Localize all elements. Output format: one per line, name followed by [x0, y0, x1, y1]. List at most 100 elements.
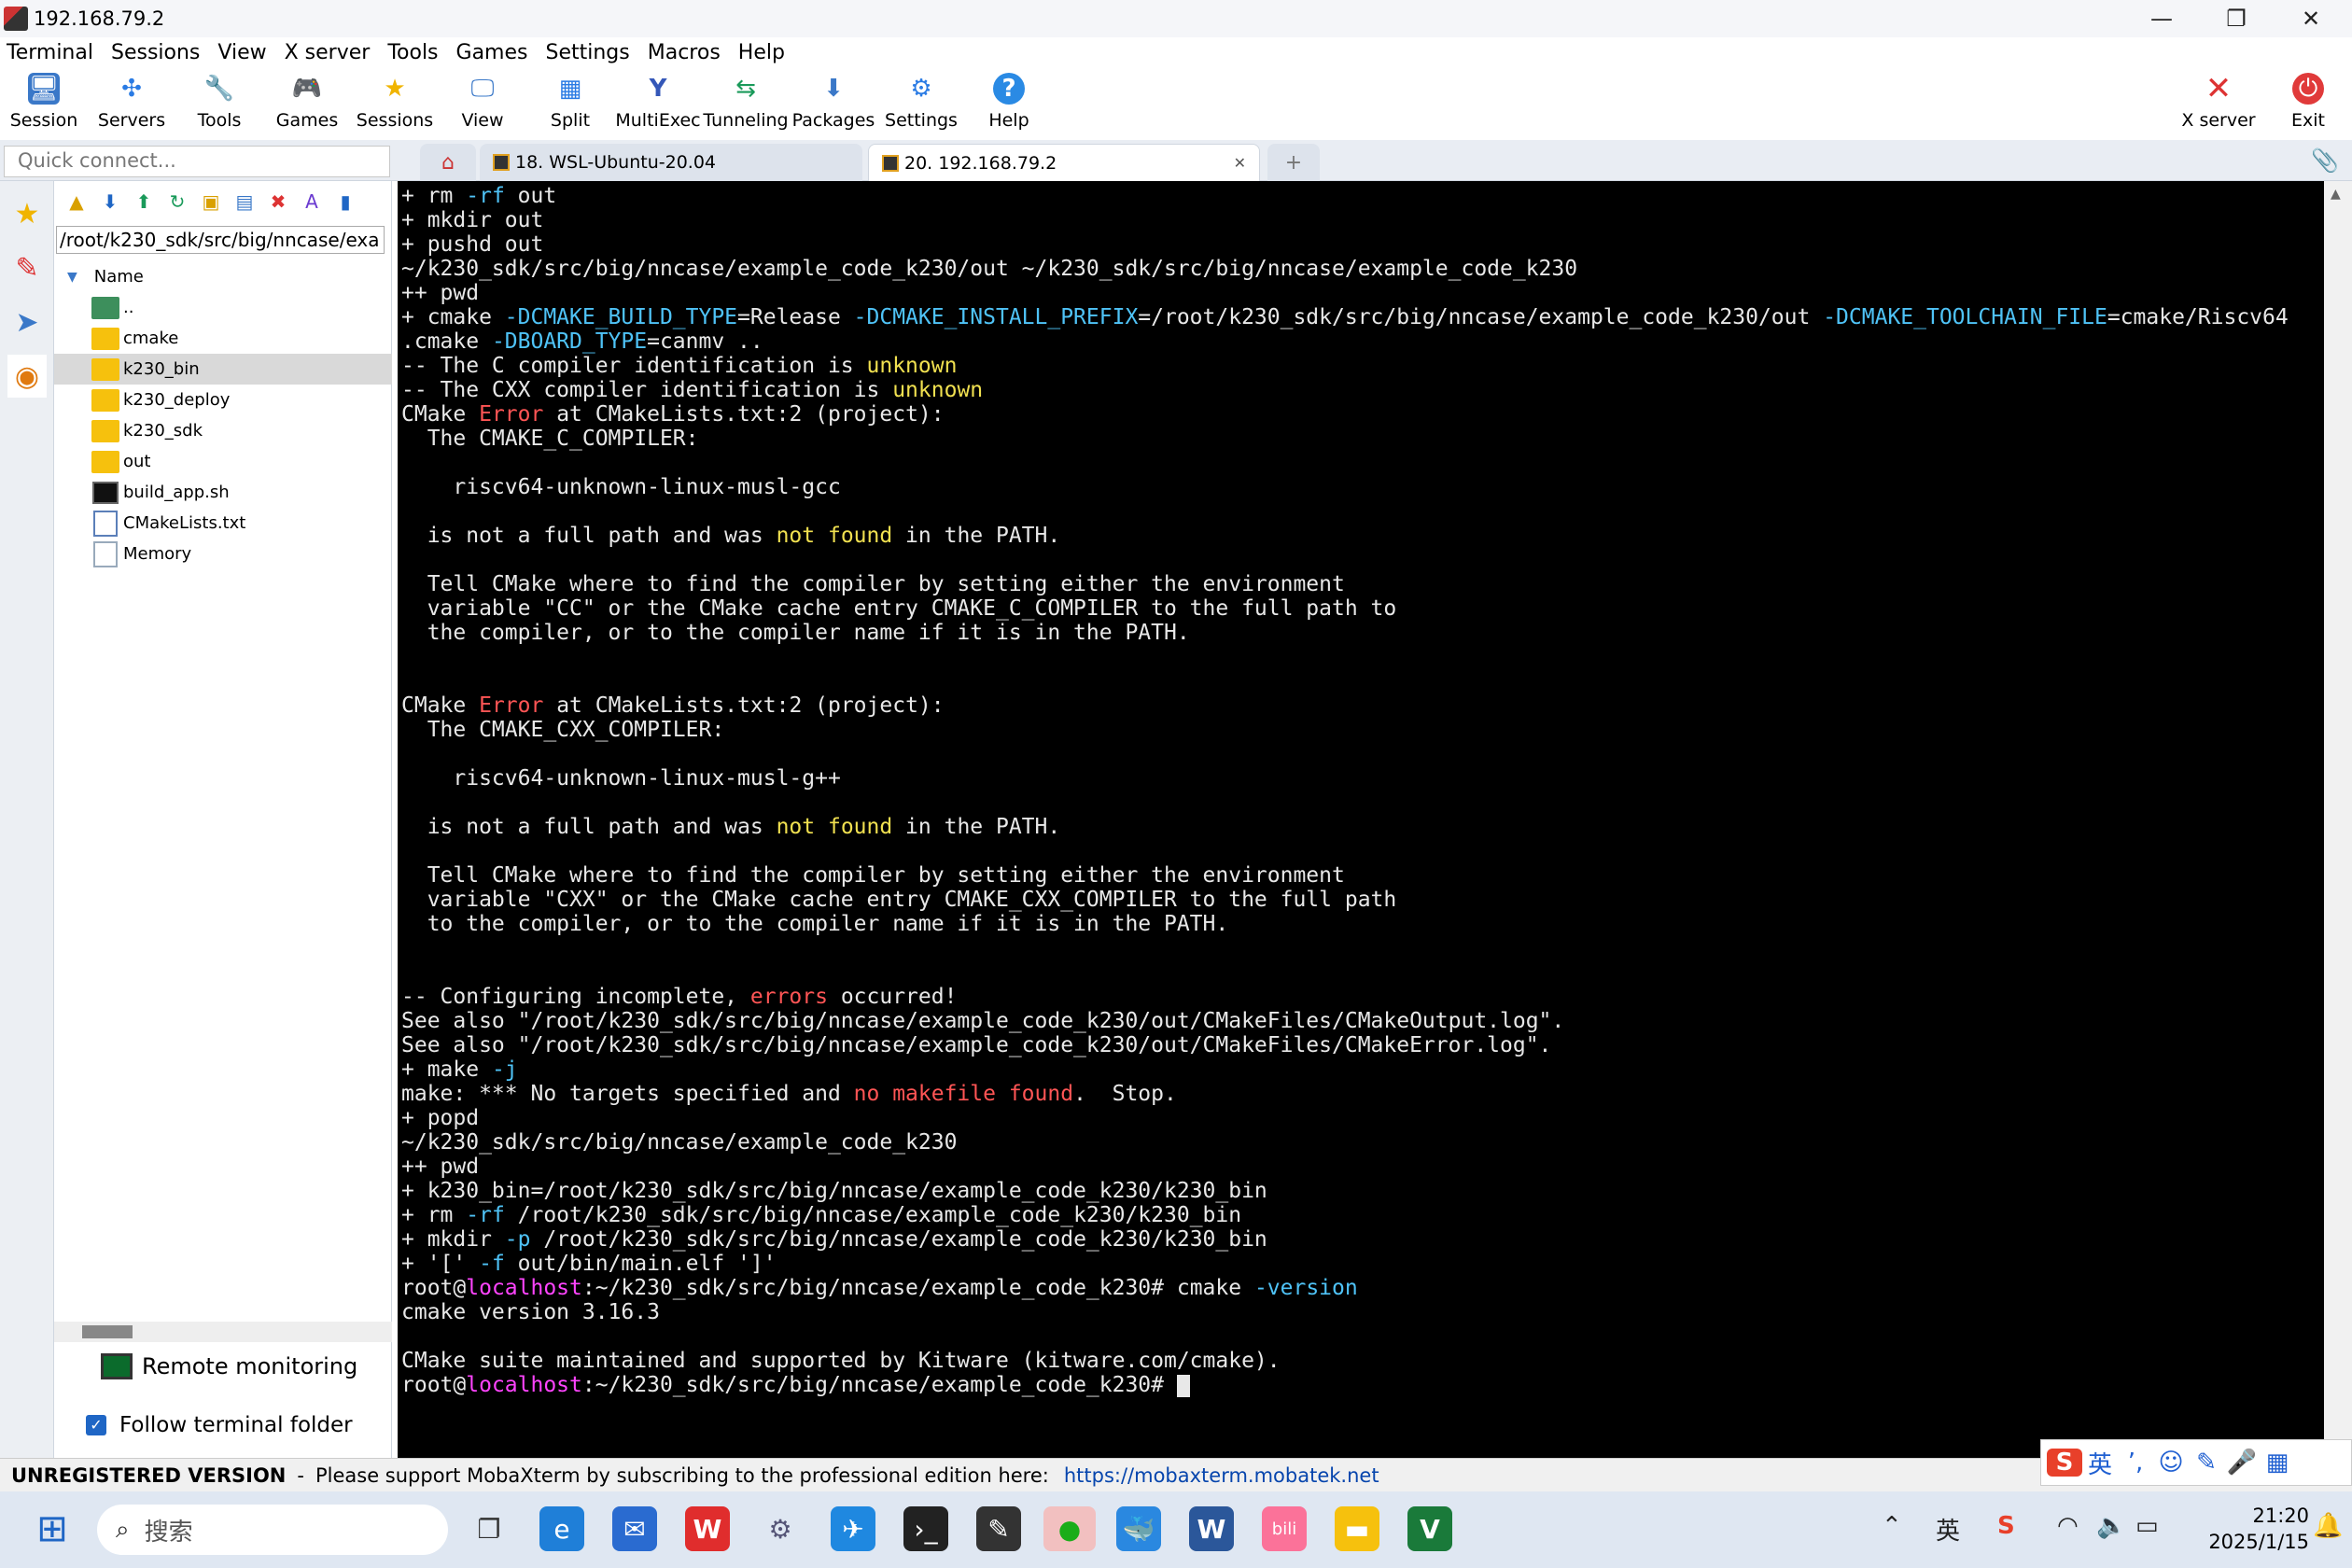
- sidebar-scrollbar[interactable]: [54, 1322, 392, 1342]
- quick-connect-input[interactable]: Quick connect...: [4, 146, 390, 177]
- list-item[interactable]: Memory: [54, 539, 392, 569]
- emoji-icon[interactable]: ☺: [2153, 1449, 2189, 1477]
- menu-settings[interactable]: Settings: [539, 41, 641, 64]
- list-item[interactable]: k230_sdk: [54, 415, 392, 446]
- mail-app-icon[interactable]: ✉: [612, 1506, 657, 1551]
- bilibili-icon[interactable]: bili: [1262, 1506, 1307, 1551]
- scroll-up-icon[interactable]: ▲: [2331, 187, 2341, 202]
- menu-help[interactable]: Help: [732, 41, 796, 64]
- sessions-star-icon[interactable]: ★: [7, 192, 47, 235]
- paperclip-icon[interactable]: 📎: [2311, 147, 2339, 174]
- toolbar-exit-button[interactable]: ⏻ Exit: [2264, 71, 2352, 136]
- toolbar-xserver-button[interactable]: ✕ X server: [2175, 70, 2262, 136]
- task-view-icon[interactable]: ❐: [467, 1506, 511, 1551]
- sftp-path-input[interactable]: /root/k230_sdk/src/big/nncase/exa: [56, 226, 385, 254]
- toolbar-sessions-button[interactable]: ★ Sessions: [351, 71, 439, 136]
- upload-icon[interactable]: ⬆: [133, 190, 155, 213]
- close-button[interactable]: ✕: [2274, 0, 2348, 37]
- input-method-icon[interactable]: 英: [1936, 1512, 1960, 1547]
- follow-terminal-checkbox[interactable]: ✓ Follow terminal folder: [86, 1413, 353, 1437]
- mobatek-link[interactable]: https://mobaxterm.mobatek.net: [1064, 1464, 1379, 1487]
- menu-macros[interactable]: Macros: [641, 41, 732, 64]
- toolbar-tools-button[interactable]: 🔧 Tools: [175, 71, 263, 136]
- list-item[interactable]: build_app.sh: [54, 477, 392, 508]
- terminal-app-icon[interactable]: ›_: [903, 1506, 948, 1551]
- home-tab[interactable]: ⌂: [420, 144, 476, 181]
- settings-app-icon[interactable]: ⚙: [758, 1506, 803, 1551]
- mobaxterm-app-icon[interactable]: ✎: [976, 1506, 1021, 1551]
- delete-icon[interactable]: ✖: [267, 190, 289, 213]
- terminal-line: + k230_bin=/root/k230_sdk/src/big/nncase…: [401, 1179, 2320, 1203]
- list-item[interactable]: ..: [54, 292, 392, 323]
- terminal-segment: The CMAKE_C_COMPILER:: [401, 427, 699, 451]
- menu-sessions[interactable]: Sessions: [105, 41, 211, 64]
- taskbar-clock[interactable]: 21:20 2025/1/15: [2169, 1503, 2309, 1555]
- xserver-icon: ✕: [2205, 70, 2233, 107]
- sogou-tray-icon[interactable]: S: [1997, 1512, 2015, 1540]
- toolbar-help-button[interactable]: ? Help: [965, 71, 1053, 136]
- terminal-segment: localhost: [466, 1276, 582, 1300]
- file-explorer-icon[interactable]: ▬: [1335, 1506, 1379, 1551]
- new-file-icon[interactable]: ▤: [233, 190, 256, 213]
- toolbar-multiexec-button[interactable]: Y MultiExec: [614, 71, 702, 136]
- permissions-icon[interactable]: ▮: [334, 190, 357, 213]
- notification-bell-icon[interactable]: 🔔: [2313, 1512, 2343, 1540]
- toolbar-servers-button[interactable]: ✣ Servers: [88, 71, 175, 136]
- download-icon[interactable]: ⬇: [99, 190, 121, 213]
- word-icon[interactable]: W: [1189, 1506, 1234, 1551]
- minimize-button[interactable]: —: [2124, 0, 2199, 37]
- terminal-scrollbar[interactable]: ▲: [2324, 181, 2352, 1458]
- scrollbar-thumb[interactable]: [82, 1325, 133, 1338]
- tab-wsl-ubuntu[interactable]: 18. WSL-Ubuntu-20.04: [480, 144, 862, 181]
- menu-xserver[interactable]: X server: [278, 41, 382, 64]
- tab-remote-session[interactable]: 20. 192.168.79.2 ✕: [868, 144, 1260, 181]
- sogou-logo-icon[interactable]: S: [2047, 1449, 2082, 1477]
- list-item[interactable]: k230_bin: [54, 354, 392, 385]
- punctuation-icon[interactable]: ’,: [2118, 1449, 2153, 1477]
- wps-icon[interactable]: W: [685, 1506, 730, 1551]
- restore-button[interactable]: ❐: [2199, 0, 2274, 37]
- toolbar-packages-button[interactable]: ⬇ Packages: [790, 71, 877, 136]
- battery-icon[interactable]: ▭: [2135, 1512, 2159, 1540]
- remote-monitoring-button[interactable]: Remote monitoring: [101, 1353, 357, 1379]
- vim-icon[interactable]: V: [1407, 1506, 1452, 1551]
- terminal-output[interactable]: + rm -rf out + mkdir out + pushd out ~/k230…: [398, 181, 2324, 1458]
- ime-lang-toggle[interactable]: 英: [2082, 1446, 2118, 1480]
- new-folder-icon[interactable]: ▣: [200, 190, 222, 213]
- menu-terminal[interactable]: Terminal: [0, 41, 105, 64]
- sftp-globe-icon[interactable]: ◉: [7, 355, 47, 398]
- toolbar-tunneling-button[interactable]: ⇆ Tunneling: [702, 71, 790, 136]
- pen-icon[interactable]: ✎: [2189, 1449, 2224, 1477]
- list-item[interactable]: cmake: [54, 323, 392, 354]
- toolbar-split-button[interactable]: ▦ Split: [526, 71, 614, 136]
- refresh-icon[interactable]: ↻: [166, 190, 189, 213]
- grid-icon[interactable]: ▦: [2260, 1449, 2295, 1477]
- tree-header[interactable]: ▼ Name: [54, 261, 392, 292]
- wifi-icon[interactable]: ◠: [2057, 1512, 2079, 1540]
- windows-start-icon[interactable]: ⊞: [30, 1506, 75, 1551]
- menu-games[interactable]: Games: [450, 41, 539, 64]
- taskbar-search[interactable]: ⌕ 搜索: [97, 1505, 448, 1555]
- tab-close-icon[interactable]: ✕: [1234, 154, 1246, 172]
- wechat-icon[interactable]: ●: [1043, 1506, 1096, 1551]
- toolbar-session-button[interactable]: 🖥 Session: [0, 71, 88, 136]
- tools-rail-icon[interactable]: ✎: [7, 246, 47, 289]
- volume-icon[interactable]: 🔈: [2096, 1512, 2126, 1540]
- parent-folder-icon[interactable]: ▲: [65, 190, 88, 213]
- toolbar-games-button[interactable]: 🎮 Games: [263, 71, 351, 136]
- docker-icon[interactable]: 🐳: [1116, 1506, 1161, 1551]
- rename-icon[interactable]: A: [301, 190, 323, 213]
- menu-view[interactable]: View: [211, 41, 277, 64]
- send-icon[interactable]: ➤: [7, 301, 47, 343]
- chevron-up-icon[interactable]: ⌃: [1882, 1512, 1902, 1540]
- toolbar-view-button[interactable]: 🖵 View: [439, 71, 526, 136]
- new-tab-button[interactable]: +: [1267, 144, 1320, 181]
- list-item[interactable]: k230_deploy: [54, 385, 392, 415]
- menu-tools[interactable]: Tools: [381, 41, 449, 64]
- list-item[interactable]: out: [54, 446, 392, 477]
- toolbar-settings-button[interactable]: ⚙ Settings: [877, 71, 965, 136]
- microphone-icon[interactable]: 🎤: [2224, 1449, 2260, 1477]
- list-item[interactable]: CMakeLists.txt: [54, 508, 392, 539]
- edge-browser-icon[interactable]: e: [539, 1506, 584, 1551]
- lark-icon[interactable]: ✈: [831, 1506, 875, 1551]
